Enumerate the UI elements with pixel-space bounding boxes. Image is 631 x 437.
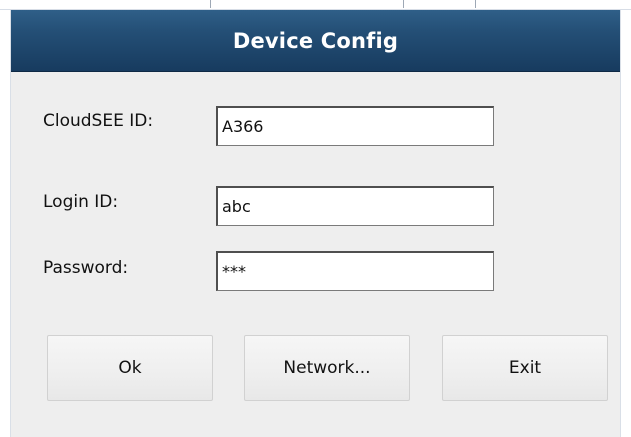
login-id-label: Login ID: <box>43 192 119 212</box>
cloudsee-id-input[interactable] <box>216 106 494 146</box>
dialog-title-bar[interactable]: Device Config <box>11 10 620 72</box>
network-button[interactable]: Network... <box>244 335 410 401</box>
device-config-dialog: Device Config CloudSEE ID: Login ID: Pas… <box>10 10 621 437</box>
dialog-title: Device Config <box>232 29 399 53</box>
background-divider <box>403 0 404 8</box>
background-divider <box>475 0 476 8</box>
password-input[interactable] <box>216 251 494 291</box>
exit-button[interactable]: Exit <box>442 335 608 401</box>
ok-button[interactable]: Ok <box>47 335 213 401</box>
screen: Device Config CloudSEE ID: Login ID: Pas… <box>0 0 631 437</box>
background-divider <box>210 0 211 8</box>
cloudsee-id-label: CloudSEE ID: <box>43 111 154 131</box>
password-label: Password: <box>43 258 129 278</box>
background-toolbar-strip <box>0 0 631 10</box>
login-id-input[interactable] <box>216 186 494 226</box>
